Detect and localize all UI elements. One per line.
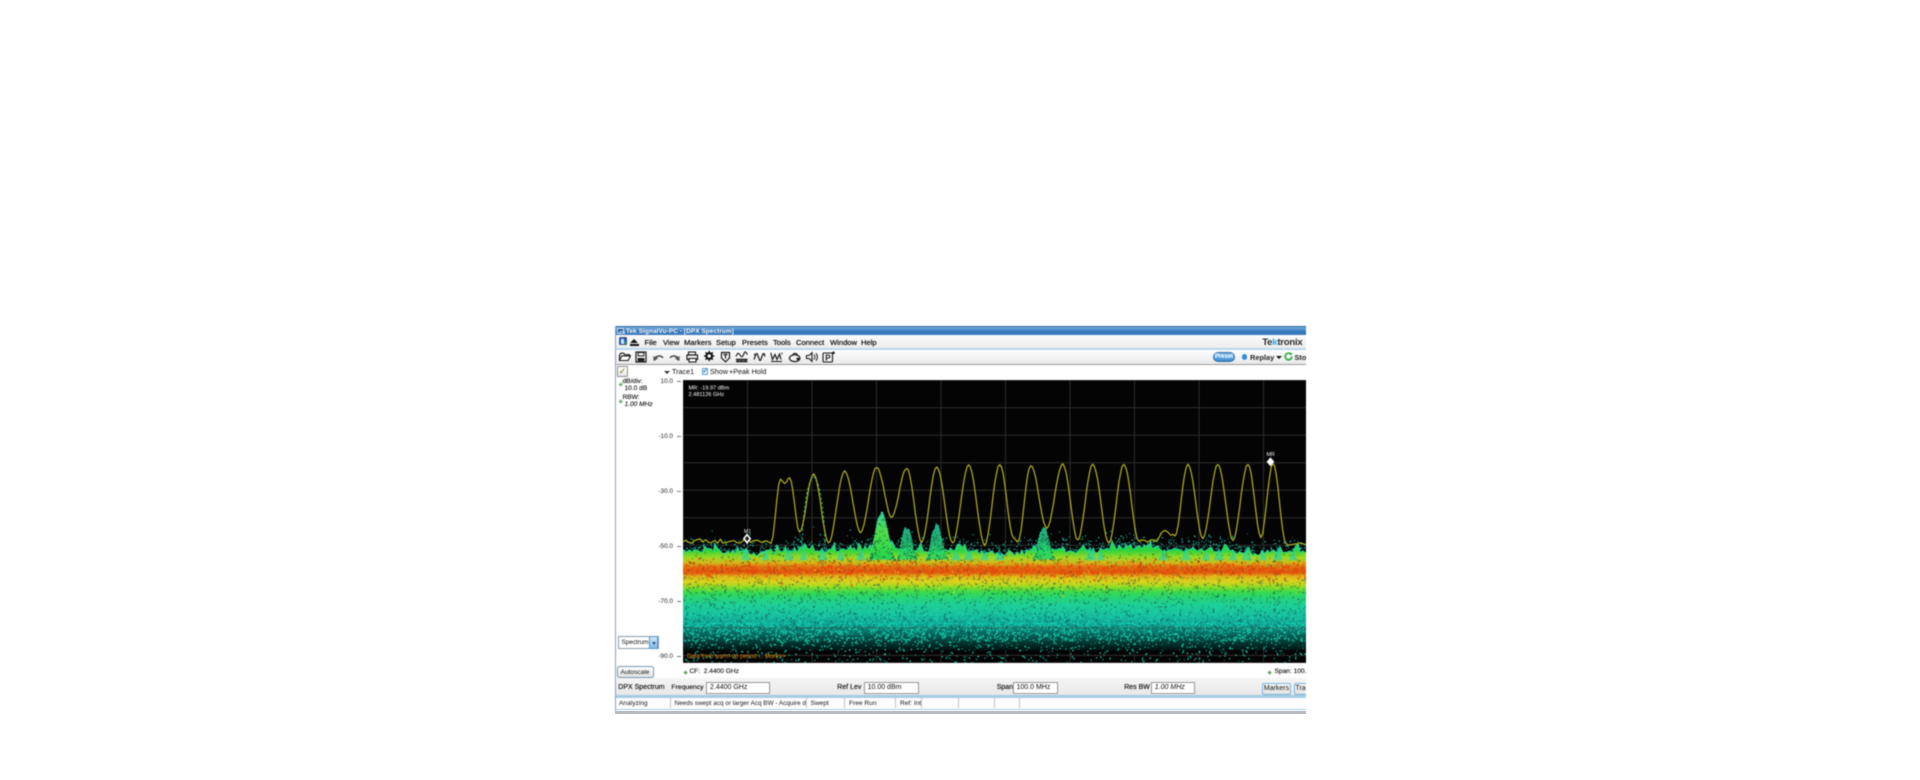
svg-text:Data from warm-up period ... M: Data from warm-up period ... More>> bbox=[687, 653, 786, 659]
svg-text:P: P bbox=[825, 353, 831, 362]
svg-text:M1: M1 bbox=[744, 529, 751, 535]
svg-text:MR: -19.97 dBm: MR: -19.97 dBm bbox=[688, 385, 729, 391]
svg-text:MR: MR bbox=[1266, 451, 1274, 457]
svg-text:2.481126 GHz: 2.481126 GHz bbox=[688, 392, 724, 398]
